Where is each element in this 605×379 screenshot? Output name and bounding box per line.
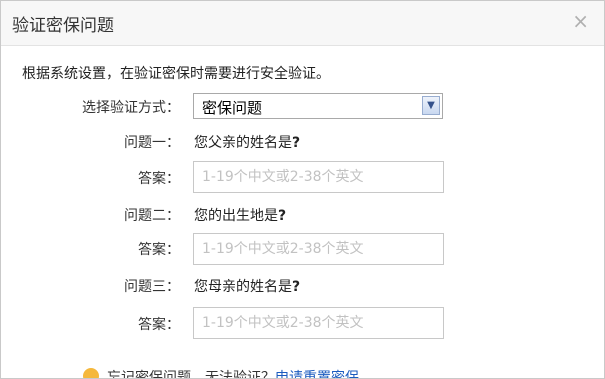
answer-1-label: 答案： xyxy=(138,171,180,187)
answer-2-input[interactable] xyxy=(193,233,444,265)
intro-text: 根据系统设置，在验证密保时需要进行安全验证。 xyxy=(22,66,330,82)
chevron-down-icon[interactable]: ▼ xyxy=(422,96,440,115)
answer-3-label: 答案： xyxy=(138,317,180,333)
question-2-text: 您的出生地是? xyxy=(194,208,287,224)
method-label: 选择验证方式： xyxy=(82,100,180,116)
question-1-label: 问题一： xyxy=(124,135,180,151)
dialog-titlebar: 验证密保问题 × xyxy=(1,1,604,46)
verify-security-question-dialog: 验证密保问题 × 根据系统设置，在验证密保时需要进行安全验证。 选择验证方式： … xyxy=(0,0,605,379)
question-2-label: 问题二： xyxy=(124,208,180,224)
answer-2-label: 答案： xyxy=(138,242,180,258)
close-icon[interactable]: × xyxy=(572,11,589,31)
verify-method-value: 密保问题 xyxy=(202,99,263,117)
question-1-text: 您父亲的姓名是? xyxy=(194,135,301,151)
footer-hint: 忘记密保问题，无法验证？申请重置密保 xyxy=(83,367,359,379)
info-icon xyxy=(83,368,99,378)
reset-security-link[interactable]: 申请重置密保 xyxy=(275,370,359,378)
footer-text: 忘记密保问题，无法验证？ xyxy=(107,370,275,379)
dialog-title: 验证密保问题 xyxy=(12,16,114,36)
answer-3-input[interactable] xyxy=(193,307,444,339)
question-3-label: 问题三： xyxy=(124,279,180,295)
question-3-text: 您母亲的姓名是? xyxy=(194,279,301,295)
verify-method-select[interactable]: 密保问题 ▼ xyxy=(193,93,443,119)
answer-1-input[interactable] xyxy=(193,161,444,193)
